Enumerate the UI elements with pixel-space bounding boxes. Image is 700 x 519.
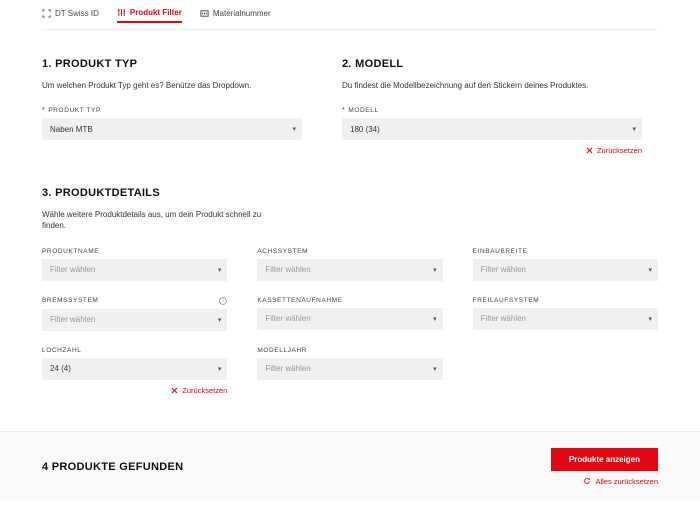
select-freilaufsystem[interactable]: Filter wählen▾ — [473, 308, 658, 330]
reset-label: Zurücksetzen — [182, 386, 227, 395]
footer-bar: 4 PRODUKTE GEFUNDEN Produkte anzeigen Al… — [0, 431, 700, 500]
section-produktdetails: 3. PRODUKTDETAILS Wähle weitere Produktd… — [42, 187, 658, 394]
reset-lochzahl-button[interactable]: Zurücksetzen — [42, 386, 227, 395]
chevron-down-icon: ▾ — [292, 125, 296, 133]
select-lochzahl[interactable]: 24 (4)▾ — [42, 358, 227, 380]
select-produkt-typ[interactable]: Naben MTB ▾ — [42, 118, 302, 140]
field-label-achssystem: ACHSSYSTEM — [257, 248, 442, 255]
field-label-kassettenaufnahme: KASSETTENAUFNAHME — [257, 297, 442, 304]
tab-bar: DT Swiss ID Produkt Filter Materialnumme… — [42, 0, 658, 30]
chevron-down-icon: ▾ — [218, 365, 222, 373]
tab-label: Produkt Filter — [130, 8, 182, 17]
select-value: Naben MTB — [50, 125, 93, 134]
show-products-button[interactable]: Produkte anzeigen — [551, 448, 658, 471]
field-label-freilaufsystem: FREILAUFSYSTEM — [473, 297, 658, 304]
field-label-modell: *MODELL — [342, 107, 642, 114]
chevron-down-icon: ▾ — [632, 125, 636, 133]
tab-label: DT Swiss ID — [55, 9, 99, 18]
filter-icon — [117, 8, 126, 17]
chevron-down-icon: ▾ — [433, 266, 437, 274]
reset-all-button[interactable]: Alles zurücksetzen — [583, 477, 658, 486]
section-heading: 2. MODELL — [342, 58, 642, 70]
reset-modell-button[interactable]: Zurücksetzen — [342, 146, 642, 155]
chevron-down-icon: ▾ — [648, 266, 652, 274]
chevron-down-icon: ▾ — [218, 266, 222, 274]
select-achssystem[interactable]: Filter wählen▾ — [257, 259, 442, 281]
section-desc: Um welchen Produkt Typ geht es? Benütze … — [42, 80, 302, 91]
section-produkt-typ: 1. PRODUKT TYP Um welchen Produkt Typ ge… — [42, 58, 302, 155]
select-modelljahr[interactable]: Filter wählen▾ — [257, 358, 442, 380]
tab-label: Materialnummer — [213, 9, 271, 18]
results-count: 4 PRODUKTE GEFUNDEN — [42, 461, 183, 473]
tab-materialnummer[interactable]: Materialnummer — [200, 8, 271, 23]
select-modell[interactable]: 180 (34) ▾ — [342, 118, 642, 140]
select-einbaubreite[interactable]: Filter wählen▾ — [473, 259, 658, 281]
scan-icon — [42, 9, 51, 18]
section-desc: Wähle weitere Produktdetails aus, um dei… — [42, 209, 282, 231]
section-modell: 2. MODELL Du findest die Modellbezeichnu… — [342, 58, 642, 155]
field-label-modelljahr: MODELLJAHR — [257, 347, 442, 354]
reset-all-label: Alles zurücksetzen — [595, 477, 658, 486]
chevron-down-icon: ▾ — [433, 315, 437, 323]
field-label-produkt-typ: *PRODUKT TYP — [42, 107, 302, 114]
select-value: 180 (34) — [350, 125, 380, 134]
field-label-produktname: PRODUKTNAME — [42, 248, 227, 255]
select-bremssystem[interactable]: Filter wählen▾ — [42, 309, 227, 331]
tab-dtswiss-id[interactable]: DT Swiss ID — [42, 8, 99, 23]
info-icon[interactable]: i — [219, 297, 227, 305]
select-kassettenaufnahme[interactable]: Filter wählen▾ — [257, 308, 442, 330]
refresh-icon — [583, 477, 591, 485]
field-label-lochzahl: LOCHZAHL — [42, 347, 227, 354]
select-produktname[interactable]: Filter wählen▾ — [42, 259, 227, 281]
tab-produkt-filter[interactable]: Produkt Filter — [117, 8, 182, 23]
field-label-bremssystem: BREMSSYSTEMi — [42, 297, 227, 305]
chevron-down-icon: ▾ — [433, 365, 437, 373]
section-heading: 3. PRODUKTDETAILS — [42, 187, 658, 199]
close-icon — [171, 387, 178, 394]
chevron-down-icon: ▾ — [218, 316, 222, 324]
number-icon — [200, 9, 209, 18]
section-desc: Du findest die Modellbezeichnung auf den… — [342, 80, 642, 91]
section-heading: 1. PRODUKT TYP — [42, 58, 302, 70]
field-label-einbaubreite: EINBAUBREITE — [473, 248, 658, 255]
reset-label: Zurücksetzen — [597, 146, 642, 155]
chevron-down-icon: ▾ — [648, 315, 652, 323]
close-icon — [586, 147, 593, 154]
